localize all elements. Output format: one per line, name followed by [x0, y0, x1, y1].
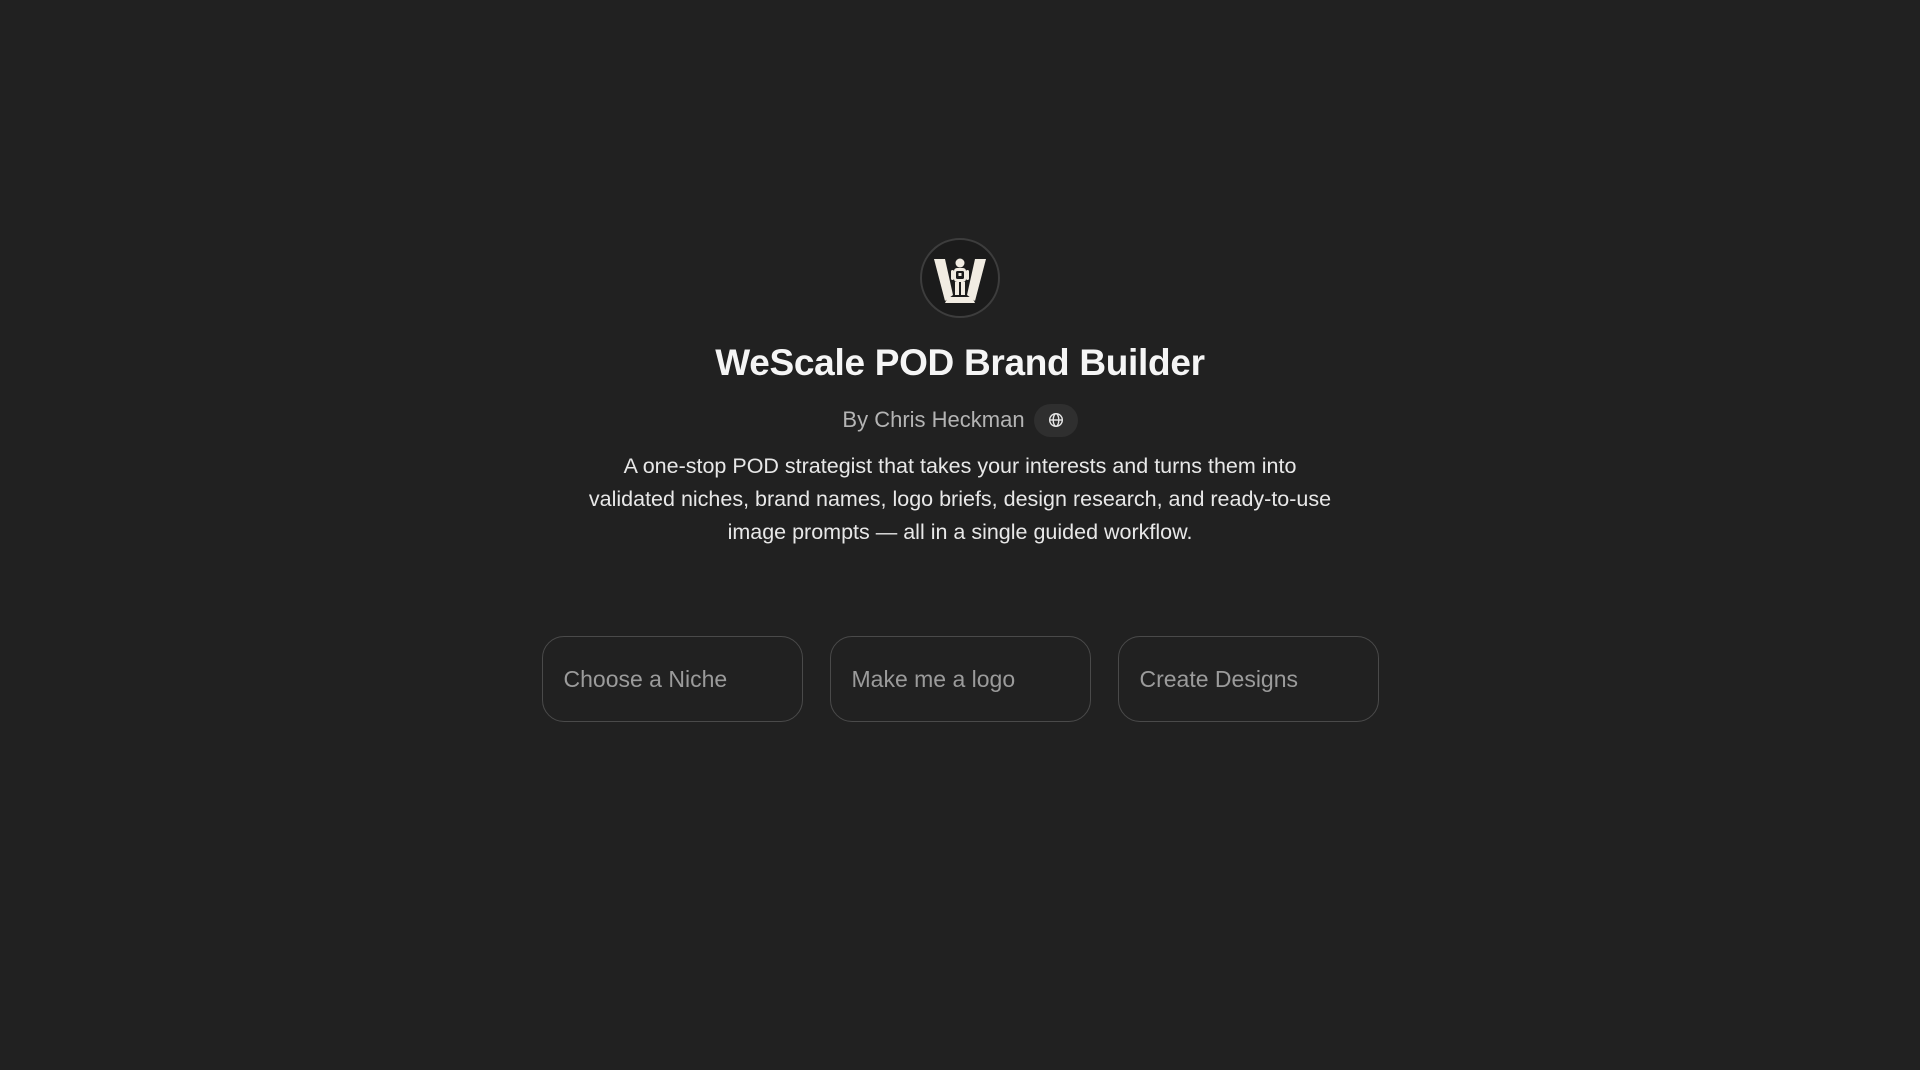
gpt-intro: WeScale POD Brand Builder By Chris Heckm…	[0, 238, 1920, 549]
gpt-title: WeScale POD Brand Builder	[715, 342, 1205, 383]
starter-make-me-a-logo[interactable]: Make me a logo	[829, 636, 1091, 722]
gpt-description: A one-stop POD strategist that takes you…	[588, 454, 1332, 544]
starter-choose-a-niche[interactable]: Choose a Niche	[541, 636, 803, 722]
gpt-avatar	[920, 238, 1000, 318]
author-name: By Chris Heckman	[842, 407, 1025, 432]
globe-icon	[1048, 412, 1063, 428]
author-row: By Chris Heckman	[842, 403, 1078, 437]
conversation-starters: Choose a Niche Make me a logo Create Des…	[0, 636, 1920, 722]
gpt-landing-page: WeScale POD Brand Builder By Chris Heckm…	[0, 0, 1920, 1070]
wescale-logo-icon	[934, 258, 986, 303]
starter-create-designs[interactable]: Create Designs	[1117, 636, 1379, 722]
author-website-button[interactable]	[1033, 403, 1078, 437]
